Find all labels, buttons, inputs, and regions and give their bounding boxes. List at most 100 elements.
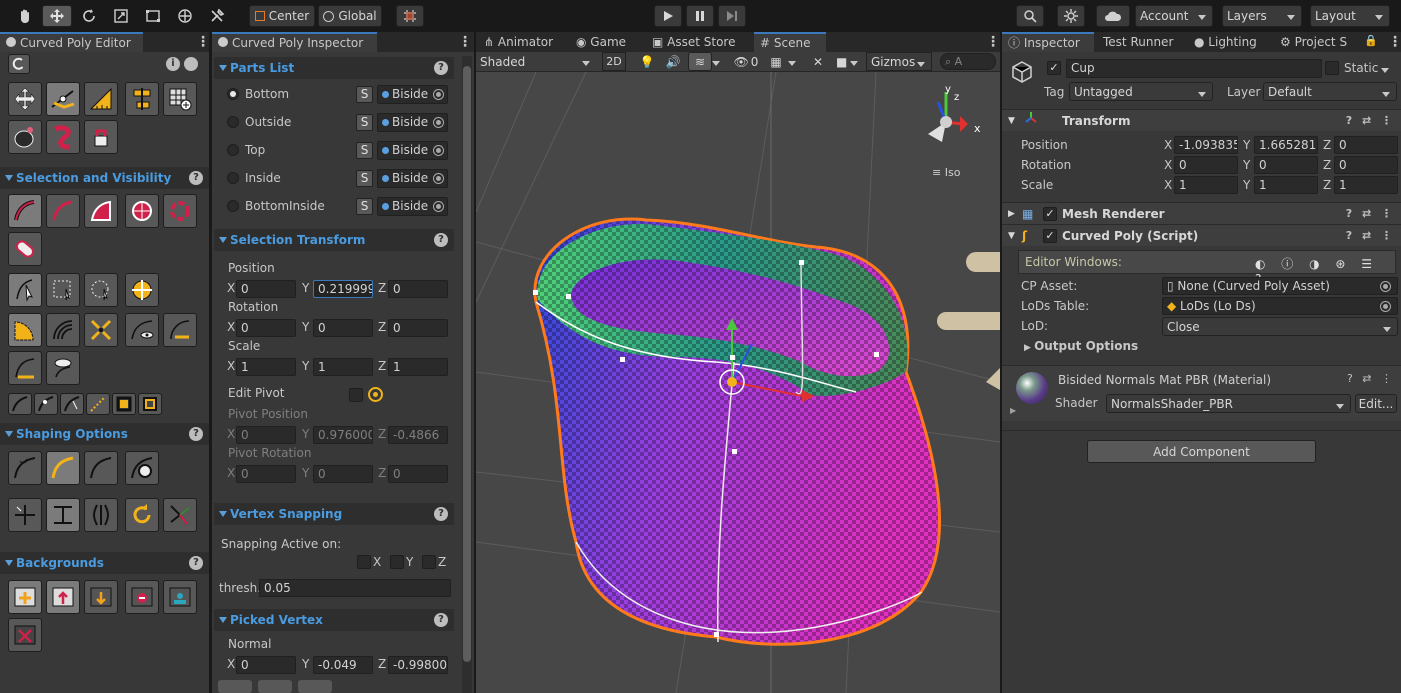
tab-curved-poly-editor[interactable]: Curved Poly Editor xyxy=(0,32,143,52)
bg-upload-tool[interactable] xyxy=(46,580,80,614)
play-button[interactable] xyxy=(654,5,682,27)
tab-scene[interactable]: # Scene xyxy=(754,32,826,52)
bg-swap-tool[interactable] xyxy=(163,580,197,614)
shader-dropdown[interactable]: NormalsShader_PBR xyxy=(1106,394,1351,413)
effects-dropdown[interactable] xyxy=(712,52,726,71)
pivot-mode-button[interactable]: Center xyxy=(249,5,315,27)
sel-rotation-y-field[interactable]: 0 xyxy=(313,319,373,337)
pivot-rotation-y-field[interactable]: 0 xyxy=(313,465,373,483)
component-actions-icons[interactable]: ? ⇄ ⋮ xyxy=(1347,372,1395,385)
part-row[interactable]: Bottom S Biside xyxy=(214,84,454,106)
mesh-renderer-header[interactable]: ▶ ▦ ✓ Mesh Renderer ? ⇄ ⋮ xyxy=(1002,202,1401,224)
pivot-rotation-button[interactable]: Global xyxy=(318,5,382,27)
edit-pivot-checkbox[interactable] xyxy=(349,388,363,402)
curve-small-4-tool[interactable] xyxy=(86,393,110,415)
part-radio[interactable] xyxy=(227,88,239,100)
sel-position-y-field[interactable]: 0.219999 xyxy=(313,280,373,298)
shape-parallel-tool[interactable] xyxy=(84,498,118,532)
arc-lines-tool[interactable] xyxy=(46,313,80,347)
pause-button[interactable] xyxy=(686,5,714,27)
tab-inspector[interactable]: ⓘ Inspector xyxy=(1002,32,1094,52)
sel-position-z-field[interactable]: 0 xyxy=(388,280,448,298)
curved-poly-logo-button[interactable] xyxy=(8,54,30,74)
material-tool[interactable] xyxy=(84,120,118,154)
curve-edit-tool[interactable] xyxy=(46,82,80,116)
curved-poly-script-checkbox[interactable]: ✓ xyxy=(1043,229,1057,243)
pivot-rotation-x-field[interactable]: 0 xyxy=(236,465,296,483)
transform-position-y-field[interactable]: 1.665281 xyxy=(1254,136,1318,154)
cloud-button[interactable] xyxy=(1096,5,1130,27)
select-all-tool[interactable] xyxy=(125,194,159,228)
part-solo-button[interactable]: S xyxy=(356,114,373,131)
object-picker-icon[interactable] xyxy=(433,173,444,184)
part-solo-button[interactable]: S xyxy=(356,198,373,215)
part-mode-field[interactable]: Biside xyxy=(377,113,448,132)
curve-small-3-tool[interactable] xyxy=(60,393,84,415)
sel-position-x-field[interactable]: 0 xyxy=(236,280,296,298)
shader-edit-button[interactable]: Edit... xyxy=(1355,394,1397,413)
transform-scale-z-field[interactable]: 1 xyxy=(1334,176,1398,194)
vertex-action-button-3[interactable] xyxy=(298,680,332,693)
static-checkbox[interactable] xyxy=(1325,61,1339,75)
curve-small-1-tool[interactable] xyxy=(8,393,32,415)
part-mode-field[interactable]: Biside xyxy=(377,141,448,160)
scrollbar-thumb[interactable] xyxy=(463,66,471,662)
paint-tool[interactable] xyxy=(8,120,42,154)
grid-tool[interactable] xyxy=(163,82,197,116)
select-edge-tool[interactable] xyxy=(46,194,80,228)
section-backgrounds[interactable]: Backgrounds ? xyxy=(0,552,209,574)
part-mode-field[interactable]: Biside xyxy=(377,197,448,216)
part-radio[interactable] xyxy=(227,116,239,128)
part-solo-button[interactable]: S xyxy=(356,86,373,103)
move-tool-button[interactable] xyxy=(42,5,72,27)
tab-game[interactable]: ◉ Game xyxy=(570,32,644,52)
transform-rotation-z-field[interactable]: 0 xyxy=(1334,156,1398,174)
view-eye-tool[interactable] xyxy=(46,351,80,385)
layout-dropdown[interactable]: Layout xyxy=(1310,5,1390,27)
visibility-tool[interactable] xyxy=(8,232,42,266)
section-shaping-options[interactable]: Shaping Options ? xyxy=(0,423,209,445)
align-tool[interactable] xyxy=(125,82,159,116)
transform-position-z-field[interactable]: 0 xyxy=(1334,136,1398,154)
transform-scale-x-field[interactable]: 1 xyxy=(1174,176,1238,194)
curved-poly-script-header[interactable]: ▼ ʃ ✓ Curved Poly (Script) ? ⇄ ⋮ xyxy=(1002,224,1401,246)
square-small-1-tool[interactable] xyxy=(112,393,136,415)
part-mode-field[interactable]: Biside xyxy=(377,169,448,188)
sel-scale-x-field[interactable]: 1 xyxy=(236,358,296,376)
object-picker-icon[interactable] xyxy=(433,201,444,212)
scene-viewport[interactable]: y z x ≡ Iso xyxy=(476,72,1000,693)
vertex-pointer-tool[interactable] xyxy=(8,273,42,307)
sel-rotation-z-field[interactable]: 0 xyxy=(388,319,448,337)
rect-tool-button[interactable] xyxy=(138,5,168,27)
bg-add-tool[interactable] xyxy=(8,580,42,614)
tab-project-settings[interactable]: ⚙ Project S xyxy=(1274,32,1362,52)
measure-tool[interactable] xyxy=(84,82,118,116)
section-selection-visibility[interactable]: Selection and Visibility ? xyxy=(0,167,209,189)
scene-menu-icon[interactable]: ⋮ xyxy=(986,34,1000,50)
output-options-foldout[interactable]: ▶ Output Options xyxy=(1024,339,1138,353)
pivot-position-x-field[interactable]: 0 xyxy=(236,426,296,444)
smooth-tool[interactable] xyxy=(46,120,80,154)
layer-dropdown[interactable]: Default xyxy=(1263,82,1397,101)
tag-dropdown[interactable]: Untagged xyxy=(1069,82,1213,101)
lasso-select-tool[interactable] xyxy=(84,273,118,307)
editor-menu-icon[interactable]: ⋮ xyxy=(196,34,209,50)
inspector-menu-icon[interactable]: ⋮ xyxy=(458,34,472,50)
grid-toggle[interactable]: ▦ xyxy=(764,52,788,71)
shape-circle-tool[interactable] xyxy=(125,451,159,485)
part-radio[interactable] xyxy=(227,144,239,156)
static-dropdown[interactable] xyxy=(1361,59,1395,78)
object-picker-icon[interactable] xyxy=(433,89,444,100)
hidden-objects-toggle[interactable]: 👁 0 xyxy=(730,52,762,71)
tab-animator[interactable]: ⋔ Animator xyxy=(478,32,568,52)
step-button[interactable] xyxy=(718,5,746,27)
move-vertices-tool[interactable] xyxy=(8,82,42,116)
grid-dropdown[interactable] xyxy=(788,52,802,71)
tab-lighting[interactable]: ● Lighting xyxy=(1188,32,1276,52)
audio-toggle[interactable]: 🔊 xyxy=(662,52,684,71)
inspector-tab-menu-icon[interactable]: ⋮ xyxy=(1388,34,1401,50)
shading-mode-dropdown[interactable]: Shaded xyxy=(476,52,596,71)
effects-toggle[interactable]: ≋ xyxy=(688,52,712,71)
tab-asset-store[interactable]: ▣ Asset Store xyxy=(646,32,752,52)
inspector-scrollbar[interactable] xyxy=(462,56,472,693)
